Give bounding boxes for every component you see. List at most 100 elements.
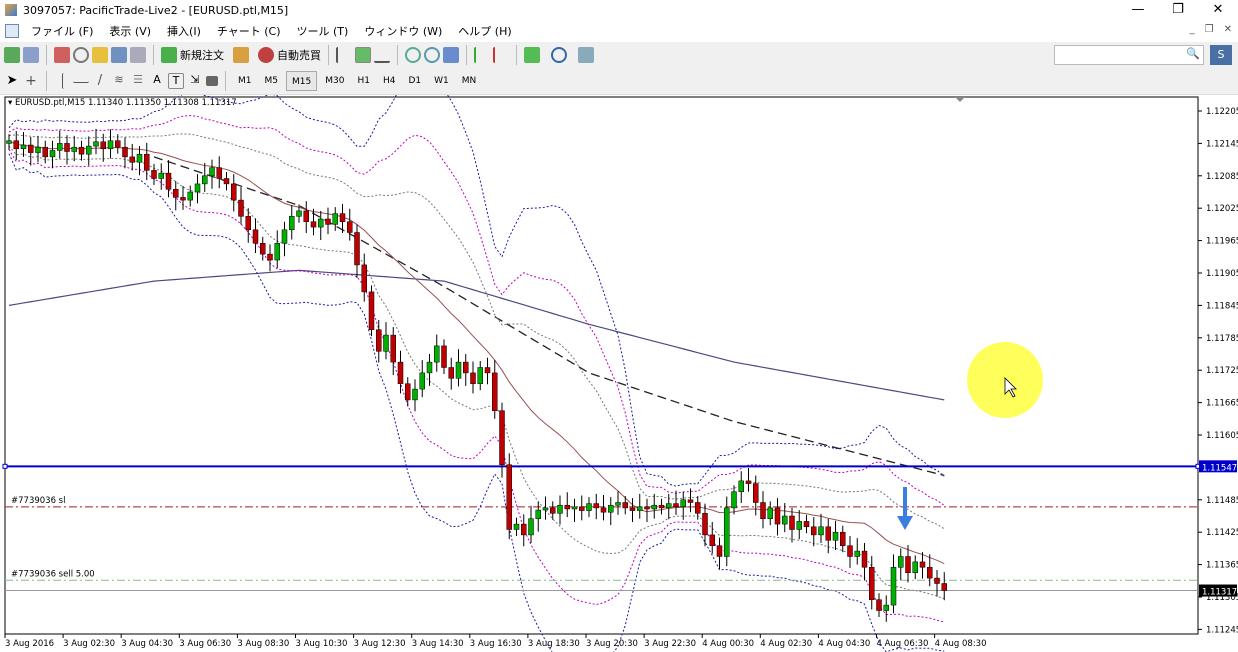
periods-icon[interactable] xyxy=(551,47,567,63)
timeframe-w1[interactable]: W1 xyxy=(429,71,454,91)
candle-bear xyxy=(564,504,570,510)
candle-bear xyxy=(803,521,810,528)
chart-window-icon[interactable] xyxy=(5,24,19,38)
fibo-fan-icon[interactable]: ☰ xyxy=(130,73,146,89)
candle-bear xyxy=(861,550,868,568)
timeframe-m1[interactable]: M1 xyxy=(233,71,257,91)
candle-bear xyxy=(129,156,135,163)
candle-bull xyxy=(666,503,672,509)
candle-bear xyxy=(397,361,404,384)
signals-button[interactable]: S xyxy=(1210,45,1232,65)
x-tick-label: 4 Aug 06:30 xyxy=(877,639,929,649)
menu-file[interactable]: ファイル (F) xyxy=(23,23,101,39)
x-tick-label: 3 Aug 20:30 xyxy=(586,639,638,649)
candle-bear xyxy=(593,503,599,509)
close-button[interactable]: ✕ xyxy=(1198,0,1238,20)
trend-line-icon[interactable]: / xyxy=(92,73,108,89)
price-chart[interactable]: 1.12205 1.12145 1.12085 1.12025 1.11965 1.119… xyxy=(0,95,1238,652)
new-chart-icon[interactable] xyxy=(4,47,20,63)
horizontal-line-icon[interactable] xyxy=(73,74,89,83)
text-icon[interactable]: A xyxy=(149,73,165,89)
mdi-close-button[interactable]: ✕ xyxy=(1224,24,1232,35)
mdi-minimize-button[interactable]: _ xyxy=(1190,24,1195,35)
candle-bear xyxy=(905,556,911,573)
x-tick-label: 4 Aug 04:30 xyxy=(818,639,870,649)
candle-bull xyxy=(477,367,483,384)
y-tick-label: 1.12085 xyxy=(1206,172,1238,182)
timeframe-h4[interactable]: H4 xyxy=(378,71,401,91)
candle-bull xyxy=(571,506,578,510)
menu-tools[interactable]: ツール (T) xyxy=(289,23,357,39)
new-order-icon[interactable] xyxy=(161,47,177,63)
candle-bull xyxy=(419,372,425,390)
candle-bear xyxy=(231,183,237,201)
cursor-icon[interactable]: ➤ xyxy=(4,73,20,89)
data-window-icon[interactable] xyxy=(73,47,89,63)
y-tick-label: 1.11845 xyxy=(1206,301,1238,311)
sell-order-label: #7739036 sell 5.00 xyxy=(11,569,95,579)
fibonacci-icon[interactable]: ≋ xyxy=(111,73,127,89)
menu-view[interactable]: 表示 (V) xyxy=(101,23,159,39)
zoom-out-icon[interactable] xyxy=(424,47,440,63)
rectangle-icon[interactable] xyxy=(206,76,218,86)
indicators-icon[interactable] xyxy=(524,47,540,63)
candlestick-icon[interactable] xyxy=(355,47,371,63)
crosshair-icon[interactable]: + xyxy=(23,73,39,89)
tile-windows-icon[interactable] xyxy=(443,47,459,63)
new-order-button[interactable]: 新規注文 xyxy=(180,47,224,63)
search-input[interactable] xyxy=(1054,45,1204,65)
candle-bull xyxy=(782,515,788,525)
menu-window[interactable]: ウィンドウ (W) xyxy=(356,23,450,39)
candle-bull xyxy=(93,141,99,147)
candle-bear xyxy=(390,334,396,363)
profiles-icon[interactable] xyxy=(23,47,39,63)
vertical-line-icon[interactable] xyxy=(62,73,70,89)
y-tick-label: 1.11905 xyxy=(1206,269,1238,279)
timeframe-h1[interactable]: H1 xyxy=(352,71,375,91)
minimize-button[interactable]: — xyxy=(1118,0,1158,20)
symbol-info: ▾ EURUSD.ptl,M15 1.11340 1.11350 1.11308… xyxy=(8,98,237,108)
maximize-button[interactable]: ❐ xyxy=(1158,0,1198,20)
candle-bear xyxy=(709,534,715,546)
candle-bull xyxy=(296,210,302,217)
menu-insert[interactable]: 挿入(I) xyxy=(159,23,209,39)
candle-bear xyxy=(173,189,179,198)
metaeditor-icon[interactable] xyxy=(233,47,249,63)
candle-bull xyxy=(136,153,143,163)
candle-bear xyxy=(789,515,795,530)
navigator-icon[interactable] xyxy=(92,47,108,63)
x-tick-label: 4 Aug 00:30 xyxy=(702,639,754,649)
line-chart-icon[interactable] xyxy=(374,47,390,63)
timeframe-mn[interactable]: MN xyxy=(457,71,482,91)
mdi-restore-button[interactable]: ❐ xyxy=(1205,24,1214,35)
timeframe-m30[interactable]: M30 xyxy=(320,71,349,91)
candle-bull xyxy=(289,216,295,231)
candle-bull xyxy=(383,334,389,352)
y-tick-label: 1.11725 xyxy=(1206,366,1238,376)
templates-icon[interactable] xyxy=(578,47,594,63)
menu-help[interactable]: ヘルプ (H) xyxy=(450,23,519,39)
text-label-icon[interactable]: T xyxy=(168,73,184,89)
auto-trading-button[interactable]: 自動売買 xyxy=(277,47,321,63)
zoom-in-icon[interactable] xyxy=(405,47,421,63)
chart-canvas[interactable]: 1.12205 1.12145 1.12085 1.12025 1.11965 1.119… xyxy=(0,95,1238,652)
arrows-icon[interactable]: ⇲ xyxy=(187,73,203,89)
terminal-icon[interactable] xyxy=(111,47,127,63)
timeframe-m5[interactable]: M5 xyxy=(260,71,284,91)
menu-chart[interactable]: チャート (C) xyxy=(209,23,289,39)
strategy-tester-icon[interactable] xyxy=(130,47,146,63)
auto-trading-icon[interactable] xyxy=(258,47,274,63)
candle-bear xyxy=(405,383,411,401)
candle-bear xyxy=(216,167,222,179)
bar-chart-icon[interactable] xyxy=(336,47,352,63)
candle-bear xyxy=(492,372,498,411)
market-watch-icon[interactable] xyxy=(54,47,70,63)
timeframe-d1[interactable]: D1 xyxy=(403,71,426,91)
x-tick-label: 3 Aug 06:30 xyxy=(179,639,231,649)
search-icon[interactable]: 🔍 xyxy=(1186,47,1200,60)
auto-scroll-icon[interactable] xyxy=(493,47,509,63)
chart-shift-icon[interactable] xyxy=(474,47,490,63)
timeframe-m15[interactable]: M15 xyxy=(286,71,318,91)
candle-bear xyxy=(658,504,665,509)
candle-bear xyxy=(354,232,360,266)
